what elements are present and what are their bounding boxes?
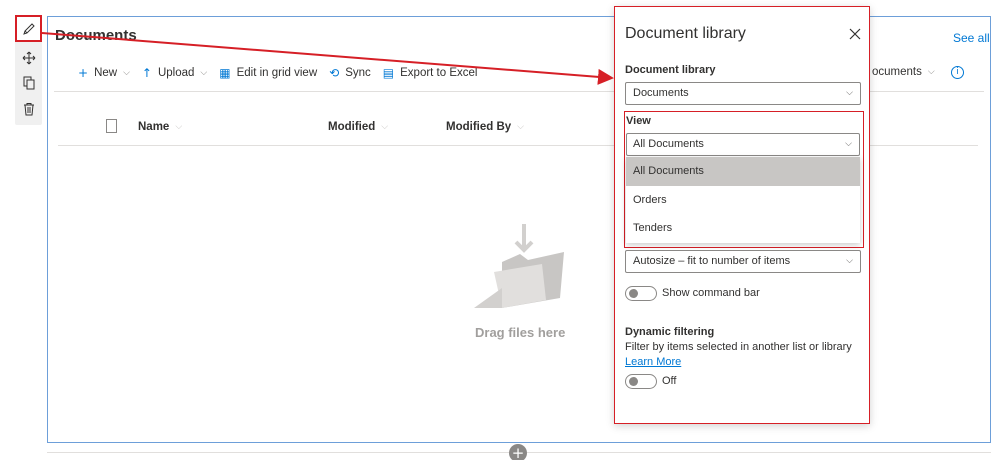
chevron-down-icon: ⌵ [175,122,183,132]
command-bar-toggle[interactable] [625,286,657,301]
close-icon[interactable] [848,27,862,41]
sync-label: Sync [345,67,371,79]
see-all-link[interactable]: See all [953,31,990,45]
view-option-orders[interactable]: Orders [626,186,860,215]
duplicate-icon [23,76,34,89]
chevron-down-icon: ⌵ [927,67,935,77]
column-header-modified-by[interactable]: Modified By ⌵ [446,121,524,133]
dynamic-filtering-state: Off [662,375,677,387]
pencil-icon [22,22,35,35]
view-option-tenders[interactable]: Tenders [626,214,860,243]
chevron-down-icon: ⌵ [381,122,389,132]
view-options-list: All Documents Orders Tenders [626,157,860,243]
view-value: All Documents [633,138,704,150]
edit-grid-button[interactable]: ▦ Edit in grid view [219,66,317,80]
sync-button[interactable]: ⟲ Sync [329,66,371,80]
add-section-button[interactable]: + [509,444,527,460]
property-pane: Document library Document library Docume… [614,6,870,424]
dynamic-filtering-description: Filter by items selected in another list… [625,341,852,353]
view-dropdown[interactable]: All Documents ⌵ [626,133,860,156]
command-bar: + New ⌵ ↑ Upload ⌵ ▦ Edit in grid view ⟲… [78,63,489,83]
delete-webpart-button[interactable] [15,95,42,122]
edit-webpart-button[interactable] [15,15,42,42]
chevron-down-icon: ⌵ [846,256,853,266]
column-header-name[interactable]: Name ⌵ [138,121,182,133]
size-dropdown[interactable]: Autosize – fit to number of items ⌵ [625,250,861,273]
chevron-down-icon: ⌵ [123,68,130,78]
duplicate-webpart-button[interactable] [15,69,42,96]
new-label: New [94,67,118,79]
library-value: Documents [633,87,689,99]
chevron-down-icon: ⌵ [517,122,524,132]
grid-icon: ▦ [219,66,231,80]
plus-icon: + [78,66,89,80]
dynamic-filtering-toggle[interactable] [625,374,657,389]
upload-button[interactable]: ↑ Upload ⌵ [142,66,207,80]
library-dropdown[interactable]: Documents ⌵ [625,82,861,105]
column-header-modified[interactable]: Modified ⌵ [328,121,388,133]
chevron-down-icon: ⌵ [846,88,853,98]
move-webpart-button[interactable] [15,44,42,71]
view-option-all-documents[interactable]: All Documents [626,157,860,186]
export-label: Export to Excel [400,67,478,79]
size-value: Autosize – fit to number of items [633,255,791,267]
empty-state-text: Drag files here [475,325,566,340]
dynamic-filtering-label: Dynamic filtering [625,326,715,338]
view-label: View [626,115,651,127]
info-icon[interactable]: i [951,66,964,79]
column-label: Modified By [446,121,512,133]
view-section: View All Documents ⌵ All Documents Order… [624,111,864,248]
view-switcher[interactable]: ocuments ⌵ [872,66,935,78]
export-excel-button[interactable]: ▤ Export to Excel [383,66,478,80]
pane-title: Document library [625,25,746,42]
column-label: Modified [328,121,376,133]
new-button[interactable]: + New ⌵ [78,66,130,80]
command-bar-toggle-label: Show command bar [662,287,760,299]
trash-icon [23,102,34,115]
upload-icon: ↑ [141,66,152,80]
column-label: Name [138,121,170,133]
webpart-toolbar [15,15,42,125]
chevron-down-icon: ⌵ [200,68,208,78]
learn-more-link[interactable]: Learn More [625,356,681,368]
toggle-knob [629,289,638,298]
toggle-knob [629,377,638,386]
upload-label: Upload [157,67,195,79]
move-icon [22,51,35,64]
edit-grid-label: Edit in grid view [236,67,318,79]
file-type-icon [106,119,117,133]
sync-icon: ⟲ [329,66,340,80]
excel-icon: ▤ [382,66,395,80]
webpart-title[interactable]: Documents [55,27,137,44]
empty-folder-icon [474,224,564,308]
chevron-down-icon: ⌵ [845,139,852,149]
library-label: Document library [625,64,716,76]
view-switcher-label: ocuments [872,66,922,78]
